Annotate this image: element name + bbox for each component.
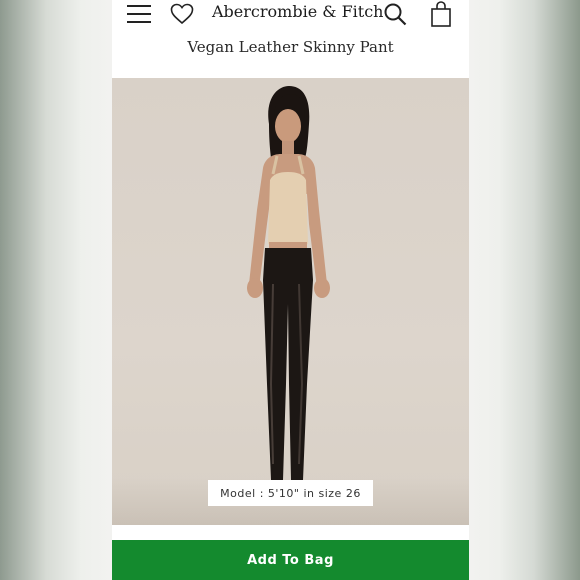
header-bar: Abercrombie & Fitch — [112, 0, 469, 30]
model-size-caption: Model : 5'10" in size 26 — [208, 480, 373, 506]
bag-icon[interactable] — [430, 1, 452, 27]
heart-icon[interactable] — [170, 3, 194, 25]
search-icon[interactable] — [383, 2, 407, 26]
product-title: Vegan Leather Skinny Pant — [187, 38, 394, 56]
model-figure — [247, 86, 330, 491]
add-to-bag-button[interactable]: Add To Bag — [112, 540, 469, 580]
brand-logo[interactable]: Abercrombie & Fitch — [212, 2, 383, 21]
product-image[interactable]: Model : 5'10" in size 26 — [112, 78, 469, 525]
menu-icon[interactable] — [126, 4, 152, 24]
product-page: Abercrombie & Fitch Vegan Leather Skinny… — [112, 0, 469, 580]
